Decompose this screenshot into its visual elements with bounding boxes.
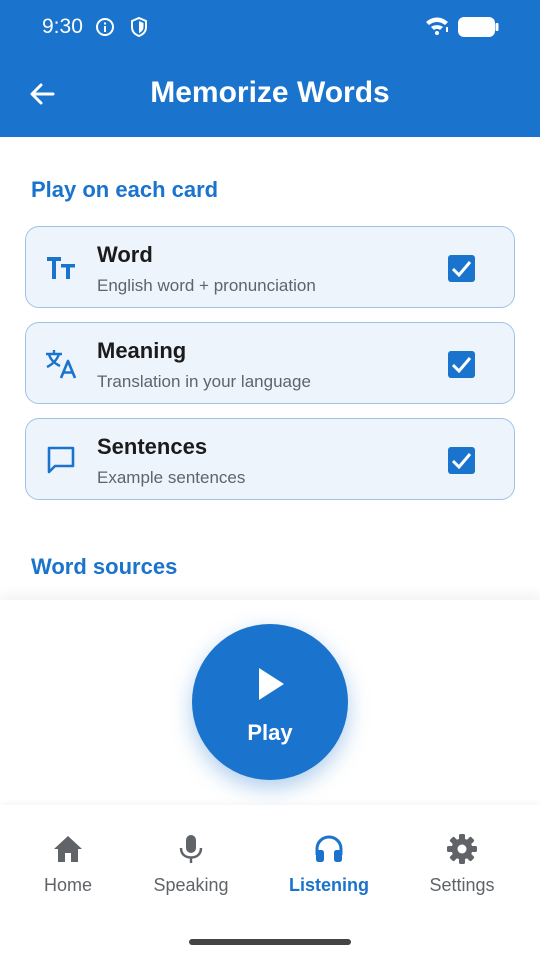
translate-icon	[43, 346, 79, 382]
sentences-checkbox[interactable]	[448, 447, 475, 474]
home-icon	[52, 833, 84, 870]
option-card-word[interactable]: Word English word + pronunciation	[25, 226, 515, 308]
nav-item-settings[interactable]: Settings	[397, 833, 527, 903]
nav-label: Speaking	[153, 875, 229, 895]
shield-icon	[129, 16, 149, 43]
nav-item-home[interactable]: Home	[3, 833, 133, 903]
wifi-icon	[424, 16, 450, 41]
option-subtitle: English word + pronunciation	[97, 276, 316, 295]
nav-label: Listening	[289, 875, 369, 895]
play-button[interactable]: Play	[192, 624, 348, 780]
nav-label: Settings	[429, 875, 495, 895]
word-checkbox[interactable]	[448, 255, 475, 282]
text-size-icon	[43, 250, 79, 286]
headphones-icon	[313, 833, 345, 870]
home-indicator[interactable]	[189, 939, 351, 945]
checkmark-icon	[451, 261, 472, 277]
option-subtitle: Example sentences	[97, 468, 246, 487]
battery-icon	[457, 16, 499, 43]
section-heading-word-sources: Word sources	[31, 554, 178, 579]
meaning-checkbox[interactable]	[448, 351, 475, 378]
page-title: Memorize Words	[150, 76, 390, 109]
microphone-icon	[175, 833, 207, 870]
checkmark-icon	[451, 357, 472, 373]
nav-item-speaking[interactable]: Speaking	[126, 833, 256, 903]
info-icon	[95, 17, 115, 42]
play-icon	[256, 666, 286, 707]
option-card-sentences[interactable]: Sentences Example sentences	[25, 418, 515, 500]
gear-icon	[446, 833, 478, 870]
play-label: Play	[247, 720, 293, 745]
option-title: Word	[97, 242, 153, 267]
option-subtitle: Translation in your language	[97, 372, 311, 391]
checkmark-icon	[451, 453, 472, 469]
status-bar: 9:30	[0, 0, 540, 54]
option-title: Meaning	[97, 338, 187, 363]
chat-bubble-icon	[43, 442, 79, 478]
app-bar: Memorize Words	[0, 54, 540, 137]
bottom-nav: Home Speaking Listening Settings	[0, 805, 540, 960]
section-heading-play-on-each-card: Play on each card	[31, 177, 219, 202]
option-card-meaning[interactable]: Meaning Translation in your language	[25, 322, 515, 404]
status-time: 9:30	[42, 15, 83, 38]
nav-label: Home	[43, 875, 92, 895]
option-title: Sentences	[97, 434, 208, 459]
nav-item-listening[interactable]: Listening	[264, 833, 394, 903]
